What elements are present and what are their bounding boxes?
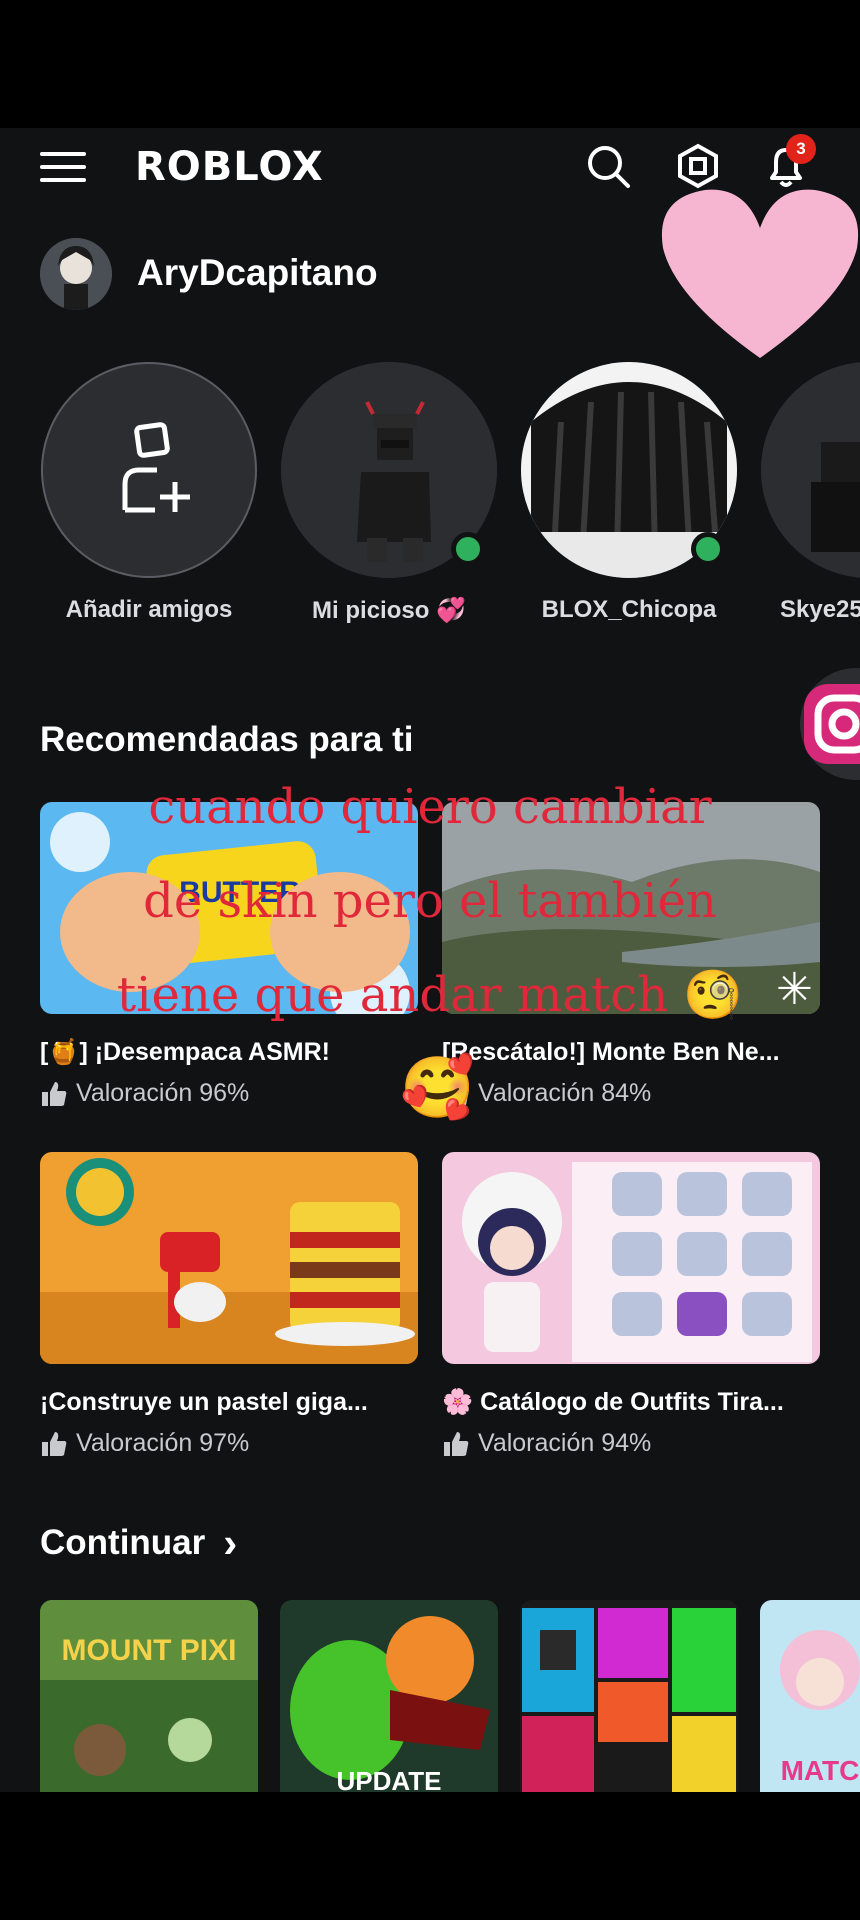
online-indicator — [691, 532, 725, 566]
roblox-home-screen: RΟBLOX 3 AryDcapitano Añadir amigos Mi p… — [0, 128, 860, 1792]
rating-text: Valoración 94% — [478, 1429, 652, 1457]
friend-item[interactable]: Mi picioso 💞 — [280, 362, 498, 624]
overlay-caption-line: tiene que andar match 🧐 — [116, 967, 744, 1023]
section-title-continue[interactable]: Continuar › — [40, 1522, 237, 1564]
continue-title-text: Continuar — [40, 1523, 206, 1562]
friend-item[interactable]: Skye25 — [760, 362, 860, 623]
notification-badge: 3 — [786, 134, 816, 164]
continue-thumb-label: MATC — [781, 1755, 860, 1786]
thumbs-up-icon — [42, 1431, 67, 1456]
continue-game-thumbnail[interactable]: MATC — [760, 1600, 860, 1792]
game-title: 🌸 Catálogo de Outfits Tira... — [442, 1388, 784, 1416]
game-thumbnail[interactable] — [442, 1152, 820, 1364]
game-rating: Valoración 84% — [442, 1079, 820, 1108]
add-friends-item[interactable]: Añadir amigos — [40, 362, 258, 623]
continue-game-thumbnail[interactable]: MOUNT PIXI — [40, 1600, 258, 1792]
game-title: [🍯] ¡Desempaca ASMR! — [40, 1038, 330, 1066]
heart-sticker — [661, 189, 859, 358]
game-rating: Valoración 96% — [40, 1079, 418, 1108]
continue-game-thumbnail[interactable]: UPDATE — [280, 1600, 498, 1792]
sparkle-icon: ✳ — [776, 965, 813, 1014]
profile-username[interactable]: AryDcapitano — [137, 252, 378, 294]
search-icon[interactable] — [584, 142, 632, 190]
menu-icon[interactable] — [40, 150, 86, 184]
rating-text: Valoración 96% — [76, 1079, 250, 1107]
add-friend-icon — [122, 422, 190, 513]
instagram-icon[interactable] — [800, 668, 860, 780]
game-title: ¡Construye un pastel giga... — [40, 1388, 368, 1416]
rating-text: Valoración 84% — [478, 1079, 652, 1107]
add-friends-circle[interactable] — [41, 362, 257, 578]
friend-name: Skye25 — [780, 596, 860, 623]
friends-carousel[interactable]: Añadir amigos Mi picioso 💞 BLOX_Chicopa … — [0, 362, 860, 624]
friend-name: BLOX_Chicopa — [541, 596, 717, 623]
game-thumbnail[interactable] — [40, 1152, 418, 1364]
overlay-caption-line: de skin pero el también — [143, 873, 717, 929]
friend-name: Mi picioso 💞 — [312, 597, 466, 624]
friend-avatar[interactable] — [761, 362, 860, 578]
bottom-letterbox — [0, 1792, 860, 1920]
game-rating: Valoración 97% — [40, 1429, 418, 1458]
friend-name: Añadir amigos — [65, 596, 233, 623]
thumbs-up-icon — [42, 1081, 67, 1106]
game-card[interactable]: ¡Construye un pastel giga... Valoración … — [40, 1152, 418, 1458]
game-card[interactable]: 🌸 Catálogo de Outfits Tira... Valoración… — [442, 1152, 820, 1458]
game-rating: Valoración 94% — [442, 1429, 820, 1458]
overlay-caption-line: cuando quiero cambiar — [148, 779, 712, 835]
friend-item[interactable]: BLOX_Chicopa — [520, 362, 738, 623]
top-letterbox — [0, 0, 860, 128]
thumbs-up-icon — [444, 1431, 469, 1456]
section-title-recommended: Recomendadas para ti — [40, 720, 414, 759]
avatar[interactable] — [40, 238, 112, 310]
roblox-logo: RΟBLOX — [135, 144, 324, 190]
chevron-right-icon: › — [223, 1519, 238, 1566]
rating-text: Valoración 97% — [76, 1429, 250, 1457]
game-title: [Rescátalo!] Monte Ben Ne... — [442, 1038, 780, 1066]
continue-thumb-label: UPDATE — [337, 1766, 442, 1792]
continue-thumb-label: MOUNT PIXI — [61, 1634, 236, 1667]
continue-game-thumbnail[interactable] — [520, 1600, 738, 1792]
smiling-hearts-emoji: 🥰 — [400, 1054, 475, 1121]
online-indicator — [451, 532, 485, 566]
